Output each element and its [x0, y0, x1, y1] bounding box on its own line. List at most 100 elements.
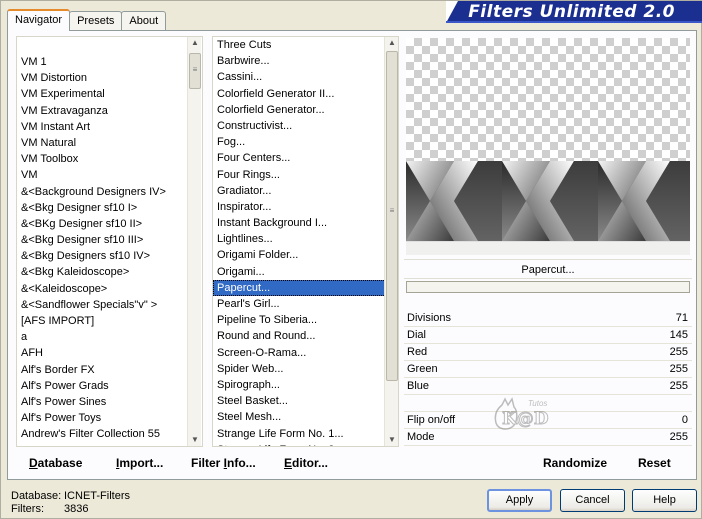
filter-item[interactable]: Pearl's Girl... [213, 296, 398, 312]
category-item[interactable]: Andrew's Filter Collection 56 [17, 443, 202, 447]
category-item[interactable]: &<Sandflower Specials"v" > [17, 297, 202, 313]
category-item[interactable]: &<Background Designers IV> [17, 184, 202, 200]
tab-navigator[interactable]: Navigator [7, 9, 71, 31]
category-list[interactable]: VM 1 VM Distortion VM Experimental VM Extra… [16, 36, 203, 447]
tab-presets[interactable]: Presets [69, 11, 123, 31]
category-item[interactable]: &<Bkg Designer sf10 I> [17, 200, 202, 216]
param-blue[interactable]: Blue 255 [404, 378, 692, 395]
category-item[interactable]: &<Bkg Designer sf10 III> [17, 232, 202, 248]
category-scroll-thumb[interactable]: ≡ [189, 53, 201, 89]
filter-item[interactable]: Spirograph... [213, 377, 398, 393]
preview-transparent-area [406, 38, 690, 161]
category-item[interactable]: &<Bkg Designers sf10 IV> [17, 248, 202, 264]
scroll-up-arrow-icon[interactable]: ▲ [385, 37, 399, 49]
category-item[interactable]: &<Kaleidoscope> [17, 281, 202, 297]
database-button[interactable]: Database [29, 456, 82, 470]
randomize-button[interactable]: Randomize [543, 456, 607, 470]
filter-items: Three Cuts Barbwire... Cassini... Colorfiel… [213, 37, 398, 446]
import-button[interactable]: Import... [116, 456, 163, 470]
param-value: 255 [669, 363, 688, 375]
filter-item[interactable]: Barbwire... [213, 53, 398, 69]
category-item[interactable]: VM 1 [17, 54, 202, 70]
help-button[interactable]: Help [632, 489, 697, 512]
category-item[interactable]: Alf's Power Toys [17, 410, 202, 426]
filter-item[interactable]: Colorfield Generator... [213, 102, 398, 118]
filter-item[interactable]: Inspirator... [213, 199, 398, 215]
category-item[interactable]: VM Natural [17, 135, 202, 151]
category-item[interactable]: [AFS IMPORT] [17, 313, 202, 329]
param-divisions[interactable]: Divisions 71 [404, 310, 692, 327]
filter-item[interactable]: Three Cuts [213, 37, 398, 53]
filter-item[interactable]: Steel Mesh... [213, 409, 398, 425]
cancel-button[interactable]: Cancel [560, 489, 625, 512]
filter-item[interactable]: Lightlines... [213, 231, 398, 247]
category-item[interactable]: AFH [17, 345, 202, 361]
filter-item[interactable]: Four Rings... [213, 167, 398, 183]
category-scrollbar[interactable]: ▲ ≡ ▼ [187, 37, 201, 446]
filter-info-button[interactable]: Filter Info... [191, 456, 256, 470]
category-item[interactable]: &<BKg Designer sf10 II> [17, 216, 202, 232]
watermark-small-text: Tutos [528, 399, 548, 408]
category-item[interactable]: VM Extravaganza [17, 103, 202, 119]
filter-item[interactable]: Strange Life Form No. 2... [213, 442, 398, 446]
status-filters-label: Filters: [11, 503, 44, 515]
apply-button[interactable]: Apply [487, 489, 552, 512]
filter-item[interactable]: Origami Folder... [213, 247, 398, 263]
filter-item[interactable]: Papercut... [213, 279, 398, 296]
filter-scrollbar[interactable]: ▲ ≡ ▼ [384, 37, 398, 446]
filter-item[interactable]: Constructivist... [213, 118, 398, 134]
param-label: Green [407, 363, 438, 375]
editor-button[interactable]: Editor... [284, 456, 328, 470]
filter-item[interactable]: Four Centers... [213, 150, 398, 166]
filter-item[interactable]: Gradiator... [213, 183, 398, 199]
app-title: Filters Unlimited 2.0 [468, 2, 675, 22]
filter-scroll-thumb[interactable]: ≡ [386, 51, 398, 381]
param-green[interactable]: Green 255 [404, 361, 692, 378]
filter-item[interactable]: Fog... [213, 134, 398, 150]
category-item[interactable]: VM Distortion [17, 70, 202, 86]
filter-item[interactable]: Colorfield Generator II... [213, 86, 398, 102]
status-database: Database: ICNET-Filters [11, 490, 130, 502]
param-label: Blue [407, 380, 430, 392]
param-label: Flip on/off [407, 414, 456, 426]
scroll-up-arrow-icon[interactable]: ▲ [188, 37, 202, 49]
hotkey-letter: E [284, 456, 293, 470]
param-dial[interactable]: Dial 145 [404, 327, 692, 344]
filter-item[interactable]: Strange Life Form No. 1... [213, 426, 398, 442]
kad-watermark-logo: Tutos K@D [488, 397, 588, 437]
category-item[interactable]: VM [17, 167, 202, 183]
button-label-rest: atabase [37, 456, 83, 470]
filter-item[interactable]: Origami... [213, 264, 398, 280]
param-label: Red [407, 346, 428, 358]
category-item[interactable]: Alf's Border FX [17, 362, 202, 378]
param-label: Dial [407, 329, 426, 341]
filter-item[interactable]: Steel Basket... [213, 393, 398, 409]
category-item[interactable]: Andrew's Filter Collection 55 [17, 426, 202, 442]
filter-item[interactable]: Spider Web... [213, 361, 398, 377]
tab-about[interactable]: About [121, 11, 167, 31]
category-item[interactable]: a [17, 329, 202, 345]
scroll-down-arrow-icon[interactable]: ▼ [188, 434, 202, 446]
filter-item[interactable]: Instant Background I... [213, 215, 398, 231]
category-item[interactable]: VM Experimental [17, 86, 202, 102]
category-item[interactable]: VM Instant Art [17, 119, 202, 135]
button-label-rest: mport... [119, 456, 164, 470]
filter-item[interactable]: Round and Round... [213, 328, 398, 344]
reset-button[interactable]: Reset [638, 456, 671, 470]
param-red[interactable]: Red 255 [404, 344, 692, 361]
param-label: Divisions [407, 312, 452, 324]
category-item[interactable]: &<Bkg Kaleidoscope> [17, 264, 202, 280]
category-item[interactable]: Alf's Power Grads [17, 378, 202, 394]
button-label-rest: ditor... [292, 456, 329, 470]
category-item[interactable]: Alf's Power Sines [17, 394, 202, 410]
scroll-down-arrow-icon[interactable]: ▼ [385, 434, 399, 446]
button-label-rest: nfo... [227, 456, 256, 470]
preview-lower-area [406, 241, 690, 255]
param-value: 0 [681, 414, 688, 426]
filter-list[interactable]: Three Cuts Barbwire... Cassini... Colorfiel… [212, 36, 399, 447]
param-value: 145 [669, 329, 688, 341]
filter-item[interactable]: Cassini... [213, 69, 398, 85]
category-item[interactable]: VM Toolbox [17, 151, 202, 167]
filter-item[interactable]: Pipeline To Siberia... [213, 312, 398, 328]
filter-item[interactable]: Screen-O-Rama... [213, 345, 398, 361]
